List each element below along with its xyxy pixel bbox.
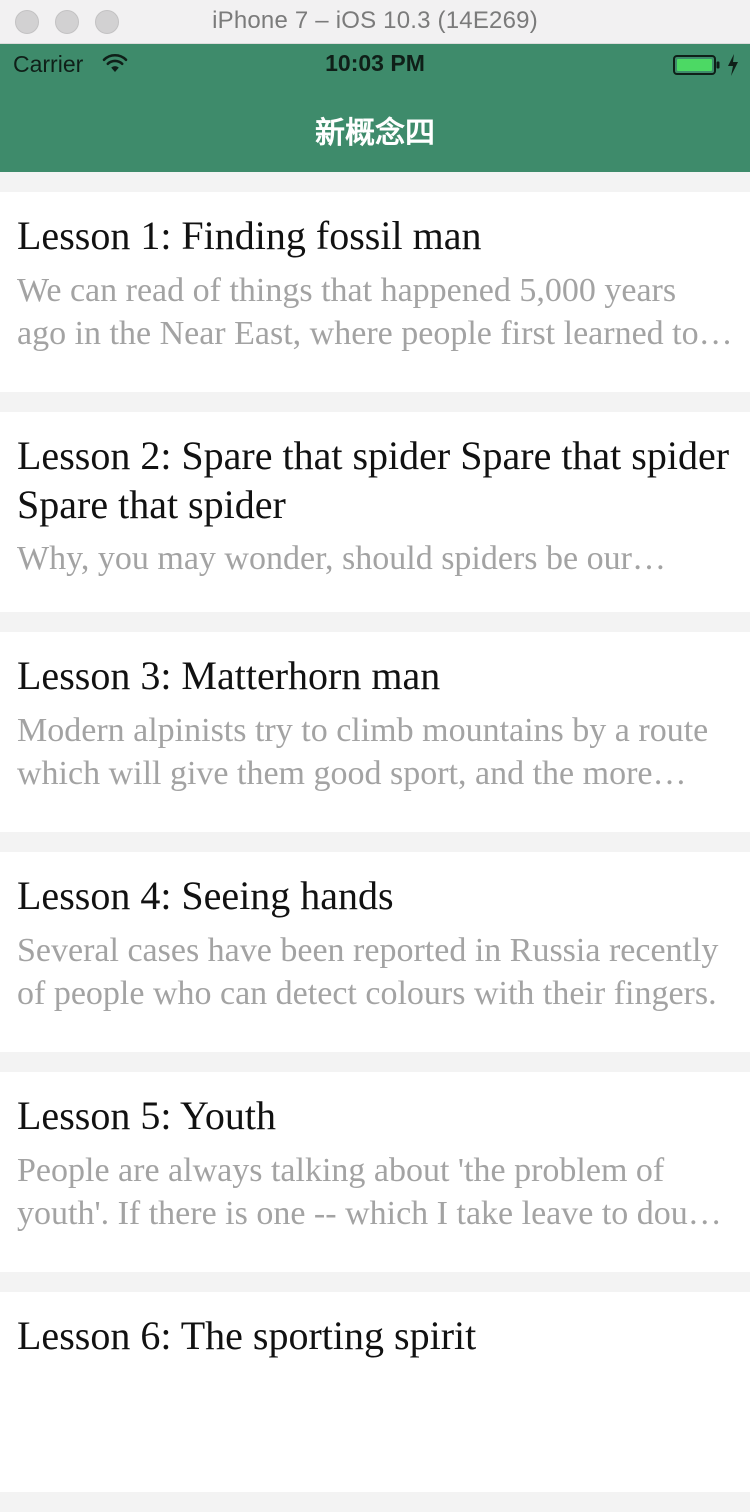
lesson-title: Lesson 1: Finding fossil man <box>17 213 482 258</box>
status-bar: Carrier 10:03 PM <box>0 44 750 84</box>
list-item-lesson-5[interactable]: Lesson 5: Youth People are always talkin… <box>0 1072 750 1272</box>
window-title: iPhone 7 – iOS 10.3 (14E269) <box>212 7 538 34</box>
lesson-title: Lesson 4: Seeing hands <box>17 873 394 918</box>
lesson-list: Lesson 1: Finding fossil man We can read… <box>0 192 750 1512</box>
battery-icon <box>673 55 720 75</box>
list-item-lesson-2[interactable]: Lesson 2: Spare that spider Spare that s… <box>0 412 750 612</box>
page-title: 新概念四 <box>315 116 435 151</box>
status-time: 10:03 PM <box>325 50 425 76</box>
list-item-lesson-3[interactable]: Lesson 3: Matterhorn man Modern alpinist… <box>0 632 750 832</box>
list-item-lesson-6[interactable]: Lesson 6: The sporting spirit <box>0 1292 750 1492</box>
lesson-excerpt: Several cases have been reported in Russ… <box>17 932 719 1012</box>
lesson-title: Lesson 5: Youth <box>17 1093 276 1138</box>
lesson-excerpt: We can read of things that happened 5,00… <box>17 272 699 352</box>
lesson-excerpt: Modern alpinists try to climb mountains … <box>17 712 709 792</box>
lesson-title: Lesson 3: Matterhorn man <box>17 653 441 698</box>
navigation-bar: Carrier 10:03 PM 新概念四 <box>0 44 750 172</box>
charging-bolt-icon <box>728 54 738 76</box>
lesson-title: Lesson 6: The sporting spirit <box>17 1313 477 1358</box>
simulator-title-bar: iPhone 7 – iOS 10.3 (14E269) <box>0 0 750 44</box>
list-item-lesson-1[interactable]: Lesson 1: Finding fossil man We can read… <box>0 192 750 392</box>
lesson-title: Lesson 2: Spare that spider Spare that s… <box>17 433 730 527</box>
list-item-lesson-4[interactable]: Lesson 4: Seeing hands Several cases hav… <box>0 852 750 1052</box>
lesson-excerpt: People are always talking about 'the pro… <box>17 1152 715 1232</box>
lesson-excerpt: Why, you may wonder, should spiders be o… <box>17 540 632 577</box>
